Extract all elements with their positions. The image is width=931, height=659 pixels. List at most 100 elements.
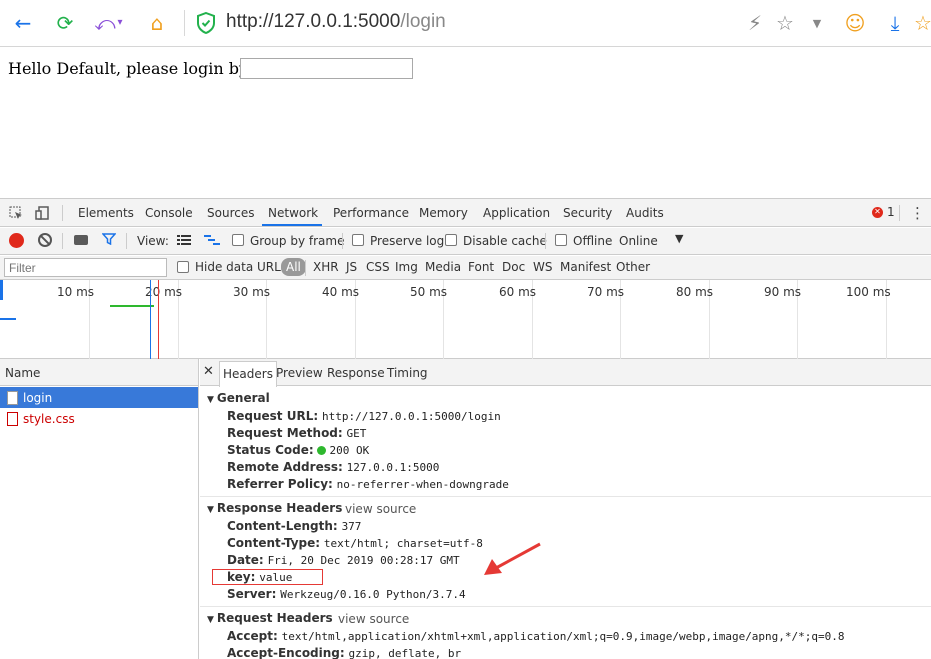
filter-type-all[interactable]: All [281, 258, 306, 276]
home-icon[interactable]: ⌂ [144, 10, 170, 36]
smiley-icon[interactable]: ☺ [842, 10, 868, 36]
collapse-triangle-icon: ▼ [207, 615, 214, 625]
filter-funnel-icon[interactable] [101, 233, 117, 249]
tab-network[interactable]: Network [268, 206, 318, 220]
group-by-frame-checkbox[interactable] [232, 234, 244, 246]
disable-cache-checkbox[interactable] [445, 234, 457, 246]
header-value: text/html; charset=utf-8 [323, 537, 483, 550]
header-key: Server: [227, 587, 277, 601]
tab-memory[interactable]: Memory [419, 206, 468, 220]
clear-icon[interactable] [38, 233, 52, 247]
name-column-header[interactable]: Name [0, 359, 198, 386]
request-name: style.css [23, 411, 75, 426]
general-section-header[interactable]: ▼ General [207, 391, 270, 405]
header-row: Content-Length: 377 [227, 519, 361, 533]
header-key: Request URL: [227, 409, 319, 423]
tab-response[interactable]: Response [327, 366, 385, 380]
tab-performance[interactable]: Performance [333, 206, 409, 220]
filter-type-other[interactable]: Other [616, 260, 650, 274]
dropdown-icon[interactable]: ▼ [804, 10, 830, 36]
inspect-element-icon[interactable] [8, 205, 24, 221]
filter-input[interactable] [4, 258, 167, 277]
browser-toolbar: ← ⟳ ⤺ ▾ ⌂ http://127.0.0.1:5000/login ⚡︎… [0, 0, 931, 47]
view-source-link[interactable]: view source [345, 502, 416, 516]
url-host: http://127.0.0.1:5000 [226, 11, 401, 32]
header-key: Date: [227, 553, 264, 567]
throttle-select[interactable]: Online [619, 234, 658, 248]
filter-bar: Hide data URLs All XHR JS CSS Img Media … [0, 256, 931, 280]
filter-type-xhr[interactable]: XHR [313, 260, 339, 274]
network-timeline[interactable]: 10 ms 20 ms 30 ms 40 ms 50 ms 60 ms 70 m… [0, 280, 931, 359]
lightning-icon[interactable]: ⚡︎ [742, 10, 768, 36]
timeline-label: 40 ms [322, 285, 360, 299]
favorites-star-icon[interactable]: ☆ [914, 10, 931, 36]
annotation-highlight-box [212, 569, 323, 585]
login-greeting: Hello Default, please login by: [8, 59, 254, 78]
filter-type-manifest[interactable]: Manifest [560, 260, 611, 274]
response-headers-section-header[interactable]: ▼ Response Headers [207, 501, 342, 515]
net-separator [342, 233, 343, 249]
refresh-icon[interactable]: ⟳ [52, 10, 78, 36]
header-value: 127.0.0.1:5000 [346, 461, 440, 474]
status-ok-icon [317, 446, 327, 455]
tab-security[interactable]: Security [563, 206, 612, 220]
tab-preview[interactable]: Preview [276, 366, 323, 380]
error-icon: ✕ [872, 206, 883, 218]
device-toolbar-icon[interactable] [34, 205, 50, 221]
view-source-link[interactable]: view source [338, 612, 409, 626]
download-icon[interactable]: ⤓ [882, 10, 908, 36]
filter-type-doc[interactable]: Doc [502, 260, 525, 274]
tab-application[interactable]: Application [483, 206, 550, 220]
error-counter[interactable]: ✕ 1 [872, 205, 895, 219]
tab-audits[interactable]: Audits [626, 206, 664, 220]
tab-headers[interactable]: Headers [219, 361, 277, 387]
active-tab-indicator [262, 224, 322, 226]
star-icon[interactable]: ☆ [772, 10, 798, 36]
load-event-marker [158, 280, 159, 359]
filter-type-media[interactable]: Media [425, 260, 461, 274]
preserve-log-label: Preserve log [370, 234, 445, 248]
url-text[interactable]: http://127.0.0.1:5000/login [226, 11, 446, 33]
login-input[interactable] [240, 58, 413, 79]
throttle-dropdown-icon[interactable]: ▼ [675, 232, 683, 245]
tab-timing[interactable]: Timing [387, 366, 428, 380]
filter-type-js[interactable]: JS [346, 260, 357, 274]
request-row-login[interactable]: login [0, 387, 198, 408]
screenshot-camera-icon[interactable] [74, 235, 88, 245]
filter-type-font[interactable]: Font [468, 260, 494, 274]
collapse-triangle-icon: ▼ [207, 505, 214, 515]
filter-separator [305, 260, 306, 276]
preserve-log-checkbox[interactable] [352, 234, 364, 246]
section-divider [200, 496, 931, 497]
group-by-frame-label: Group by frame [250, 234, 345, 248]
page-content: Hello Default, please login by: [0, 48, 931, 198]
tab-separator-right [899, 205, 900, 221]
devtools-panel: Elements Console Sources Network Perform… [0, 198, 931, 659]
header-key: Content-Length: [227, 519, 338, 533]
back-icon[interactable]: ← [10, 10, 36, 36]
filter-type-img[interactable]: Img [395, 260, 418, 274]
hide-data-urls-checkbox[interactable] [177, 261, 189, 273]
header-value: 377 [341, 520, 362, 533]
header-row: Accept-Encoding: gzip, deflate, br [227, 646, 461, 659]
tab-console[interactable]: Console [145, 206, 193, 220]
filter-type-css[interactable]: CSS [366, 260, 390, 274]
filter-type-ws[interactable]: WS [533, 260, 552, 274]
tab-elements[interactable]: Elements [78, 206, 134, 220]
header-value: no-referrer-when-downgrade [336, 478, 509, 491]
header-row: Request URL: http://127.0.0.1:5000/login [227, 409, 501, 423]
header-value: text/html,application/xhtml+xml,applicat… [281, 630, 845, 643]
close-icon[interactable]: ✕ [203, 364, 214, 379]
request-row-style-css[interactable]: style.css [0, 408, 198, 429]
undo-dropdown-icon[interactable]: ▾ [114, 10, 126, 36]
header-row: Status Code: 200 OK [227, 443, 369, 457]
request-headers-section-header[interactable]: ▼ Request Headers [207, 611, 333, 625]
tab-separator [62, 205, 63, 221]
offline-checkbox[interactable] [555, 234, 567, 246]
list-view-icon[interactable] [177, 234, 191, 249]
waterfall-view-icon[interactable] [204, 234, 220, 249]
more-options-icon[interactable]: ⋮ [910, 204, 925, 222]
tab-sources[interactable]: Sources [207, 206, 254, 220]
header-key: Accept-Encoding: [227, 646, 345, 659]
record-icon[interactable] [9, 233, 24, 248]
